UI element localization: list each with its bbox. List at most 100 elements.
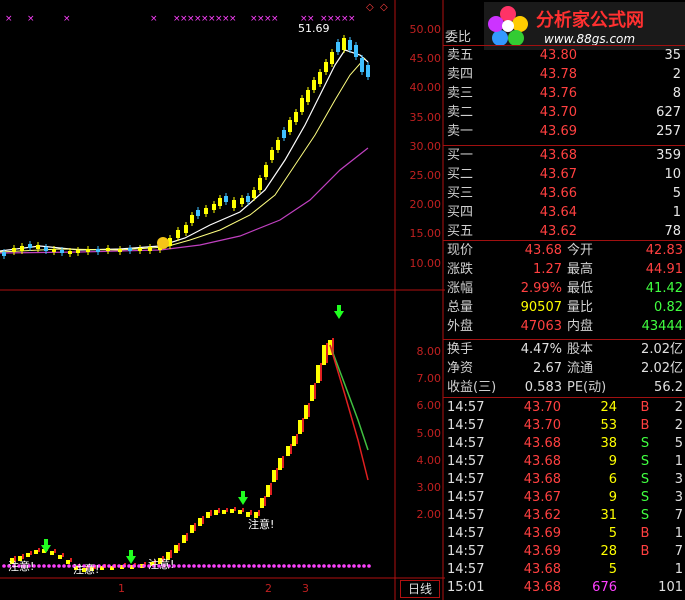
indicator-bar-edge xyxy=(194,523,196,531)
note-label: 注意! xyxy=(248,517,274,531)
tick-row[interactable]: 14:57 43.68 6 S 3 xyxy=(445,471,685,489)
date-tick: 1 xyxy=(118,582,125,595)
ask-level-label: 卖一 xyxy=(447,124,474,139)
tick-row[interactable]: 15:01 43.68 676 101 xyxy=(445,579,685,597)
indicator-bar-edge xyxy=(290,444,292,454)
tick-price: 43.67 xyxy=(523,490,561,505)
tick-row[interactable]: 14:57 43.62 31 S 7 xyxy=(445,507,685,525)
quote-label: 内盘 xyxy=(567,319,594,334)
baseline-dot xyxy=(182,564,186,568)
indicator-bar-edge xyxy=(302,418,304,432)
tick-row[interactable]: 14:57 43.68 5 1 xyxy=(445,561,685,579)
tick-time: 14:57 xyxy=(447,472,485,487)
baseline-dot xyxy=(272,564,276,568)
chart-area[interactable]: × × × × × × × × × × × × × × × × × × × × × × × × 51.69 ◇ ◇ 注意! 注… xyxy=(0,0,445,600)
x-marker: × xyxy=(229,14,237,24)
baseline-dot xyxy=(242,564,246,568)
fundamental-label: PE(动) xyxy=(567,380,607,395)
indicator-axis-tick: 7.00 xyxy=(416,372,442,386)
tick-count: 7 xyxy=(674,544,683,559)
baseline-dot xyxy=(342,564,346,568)
baseline-dot xyxy=(327,564,331,568)
candle-body xyxy=(96,249,100,252)
baseline-dot xyxy=(207,564,211,568)
candle-body xyxy=(118,249,122,252)
tick-volume: 38 xyxy=(600,436,617,451)
quote-value: 44.91 xyxy=(645,262,683,277)
fundamental-value: 2.02亿 xyxy=(641,361,683,376)
candle-body xyxy=(176,230,180,238)
tick-side: S xyxy=(640,490,650,505)
baseline-dot xyxy=(267,564,271,568)
period-tab[interactable]: 日线 xyxy=(400,580,440,598)
tick-price: 43.68 xyxy=(523,580,561,595)
indicator-bar-edge xyxy=(264,496,266,506)
ask-level-label: 卖三 xyxy=(447,86,474,101)
tick-count: 101 xyxy=(658,580,683,595)
tick-price: 43.68 xyxy=(523,562,561,577)
logo: 分析家公式网 www.88gs.com xyxy=(484,2,685,50)
bid-volume: 359 xyxy=(656,148,681,163)
indicator-bar-edge xyxy=(242,508,244,512)
date-tick: 3 xyxy=(302,582,309,595)
indicator-bar xyxy=(66,560,70,564)
candle-body xyxy=(294,112,298,122)
baseline-dot xyxy=(282,564,286,568)
candle-body xyxy=(196,210,200,216)
candle-body xyxy=(68,251,72,254)
tick-row[interactable]: 14:57 43.69 5 B 1 xyxy=(445,525,685,543)
down-arrow-icon xyxy=(238,497,248,505)
candle-body xyxy=(360,58,364,72)
fundamental-label: 股本 xyxy=(567,342,594,357)
quote-label: 今开 xyxy=(567,243,594,258)
down-arrow-icon xyxy=(241,491,245,498)
bid-price: 43.67 xyxy=(539,167,577,182)
tick-row[interactable]: 14:57 43.67 9 S 3 xyxy=(445,489,685,507)
quote-value: 42.83 xyxy=(645,243,683,258)
candle-body xyxy=(52,249,56,252)
quote-row: 外盘 47063 内盘 43444 xyxy=(445,318,685,336)
quote-value: 41.42 xyxy=(645,281,683,296)
tick-volume: 6 xyxy=(608,472,617,487)
fundamental-label: 收益(三) xyxy=(447,380,497,395)
candle-body xyxy=(270,150,274,160)
tick-row[interactable]: 14:57 43.70 53 B 2 xyxy=(445,417,685,435)
tick-price: 43.70 xyxy=(523,418,561,433)
diamond-icon: ◇ xyxy=(380,2,388,13)
candle-body xyxy=(330,52,334,64)
baseline-dot xyxy=(137,564,141,568)
tick-row[interactable]: 14:57 43.68 9 S 1 xyxy=(445,453,685,471)
quote-label: 总量 xyxy=(447,300,474,315)
indicator-bar xyxy=(266,485,270,497)
ma-line-mid xyxy=(0,57,366,253)
tick-side: B xyxy=(640,400,650,415)
indicator-axis-tick: 4.00 xyxy=(416,453,442,467)
indicator-bar-edge xyxy=(38,548,40,552)
tick-volume: 5 xyxy=(608,526,617,541)
tick-volume: 28 xyxy=(600,544,617,559)
indicator-bar-edge xyxy=(218,508,220,513)
quote-value: 43444 xyxy=(641,319,683,334)
price-axis-tick: 15.00 xyxy=(409,227,442,241)
indicator-bar-edge xyxy=(258,510,260,516)
price-axis-tick: 50.00 xyxy=(409,23,442,36)
tick-row[interactable]: 14:57 43.68 38 S 5 xyxy=(445,435,685,453)
baseline-dot xyxy=(297,564,301,568)
tick-price: 43.68 xyxy=(523,472,561,487)
quote-value: 0.82 xyxy=(654,300,683,315)
tick-time: 14:57 xyxy=(447,526,485,541)
quote-row: 现价 43.68 今开 42.83 xyxy=(445,242,685,260)
bid-level-label: 买五 xyxy=(447,224,474,239)
bid-row: 买一 43.68 359 xyxy=(445,147,685,165)
candle-body xyxy=(288,120,292,132)
bid-volume: 5 xyxy=(672,186,681,201)
candle-body xyxy=(28,244,32,248)
diamond-icon: ◇ xyxy=(366,2,374,13)
baseline-dot xyxy=(62,564,66,568)
tick-row[interactable]: 14:57 43.69 28 B 7 xyxy=(445,543,685,561)
indicator-bar xyxy=(230,509,234,513)
tick-row[interactable]: 14:57 43.70 24 B 2 xyxy=(445,399,685,417)
baseline-dot xyxy=(252,564,256,568)
quote-value: 2.99% xyxy=(520,281,562,296)
baseline-dot xyxy=(317,564,321,568)
